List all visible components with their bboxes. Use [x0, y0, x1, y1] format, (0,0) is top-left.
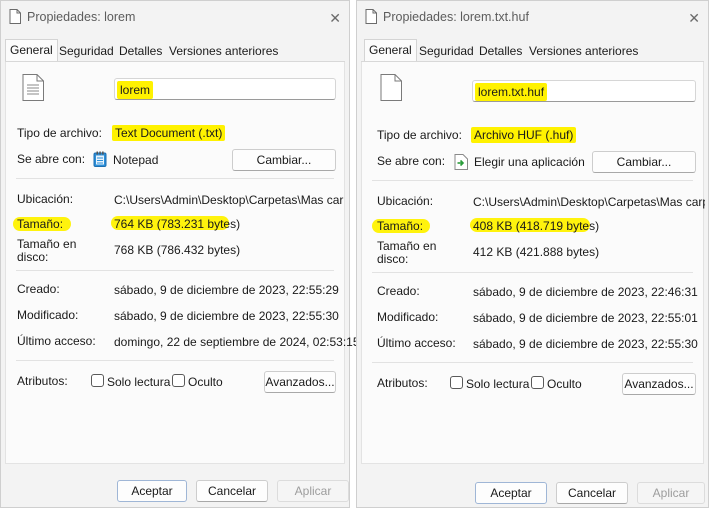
- hidden-label: Oculto: [547, 377, 582, 391]
- window-title: Propiedades: lorem.txt.huf: [383, 10, 529, 24]
- modified-label: Modificado:: [17, 308, 79, 322]
- notepad-icon: [93, 151, 107, 167]
- tab-versiones-anteriores[interactable]: Versiones anteriores: [165, 42, 282, 61]
- window-title: Propiedades: lorem: [27, 10, 136, 24]
- size-on-disk-value: 768 KB (786.432 bytes): [114, 243, 241, 257]
- hidden-label: Oculto: [188, 375, 223, 389]
- tab-seguridad[interactable]: Seguridad: [415, 42, 478, 61]
- general-panel: lorem Tipo de archivo: Text Document (.t…: [5, 62, 360, 464]
- tab-bar: General Seguridad Detalles Versiones ant…: [5, 39, 345, 62]
- document-icon: [365, 9, 377, 24]
- size-on-disk-value: 412 KB (421.888 bytes): [473, 245, 600, 259]
- change-button[interactable]: Cambiar...: [592, 151, 696, 173]
- tab-versiones-anteriores[interactable]: Versiones anteriores: [525, 42, 642, 61]
- file-type-value: Text Document (.txt): [112, 125, 226, 141]
- modified-value: sábado, 9 de diciembre de 2023, 22:55:30: [114, 309, 339, 323]
- blank-file-icon: [380, 74, 402, 101]
- divider: [372, 180, 693, 181]
- title-bar[interactable]: Propiedades: lorem.txt.huf ✕: [357, 1, 708, 33]
- file-type-value: Archivo HUF (.huf): [471, 127, 577, 143]
- modified-value: sábado, 9 de diciembre de 2023, 22:55:01: [473, 311, 698, 325]
- size-label: Tamaño:: [17, 217, 64, 231]
- file-name-field[interactable]: lorem: [114, 78, 336, 100]
- created-label: Creado:: [377, 284, 420, 298]
- file-name-field[interactable]: lorem.txt.huf: [472, 80, 696, 102]
- tab-seguridad[interactable]: Seguridad: [55, 42, 118, 61]
- general-panel: lorem.txt.huf Tipo de archivo: Archivo H…: [361, 62, 705, 464]
- properties-window-lorem: Propiedades: lorem ✕ General Seguridad D…: [0, 0, 360, 508]
- opens-with-value: Notepad: [113, 153, 159, 167]
- attributes-label: Atributos:: [17, 374, 68, 388]
- created-label: Creado:: [17, 282, 60, 296]
- divider: [16, 270, 334, 271]
- properties-window-lorem-txt-huf: Propiedades: lorem.txt.huf ✕ General Seg…: [356, 0, 709, 508]
- divider: [372, 272, 693, 273]
- advanced-button[interactable]: Avanzados...: [622, 373, 696, 395]
- tab-detalles[interactable]: Detalles: [475, 42, 526, 61]
- hidden-checkbox[interactable]: [531, 376, 544, 389]
- tab-general[interactable]: General: [5, 39, 58, 61]
- size-on-disk-label-line2: disco:: [377, 252, 409, 266]
- divider: [16, 178, 334, 179]
- created-value: sábado, 9 de diciembre de 2023, 22:55:29: [114, 283, 339, 297]
- modified-label: Modificado:: [377, 310, 439, 324]
- document-icon: [9, 9, 21, 24]
- location-value: C:\Users\Admin\Desktop\Carpetas\Mas carp…: [114, 193, 344, 207]
- ok-button[interactable]: Aceptar: [475, 482, 547, 504]
- size-value: 764 KB (783.231 bytes): [114, 217, 241, 231]
- apply-button[interactable]: Aplicar: [637, 482, 705, 504]
- location-label: Ubicación:: [377, 194, 434, 208]
- tab-general[interactable]: General: [364, 39, 417, 61]
- size-value: 408 KB (418.719 bytes): [473, 219, 600, 233]
- file-type-label: Tipo de archivo:: [377, 128, 462, 142]
- last-access-value: domingo, 22 de septiembre de 2024, 02:53…: [114, 335, 360, 349]
- created-value: sábado, 9 de diciembre de 2023, 22:46:31: [473, 285, 698, 299]
- apply-button[interactable]: Aplicar: [277, 480, 349, 502]
- attributes-label: Atributos:: [377, 376, 428, 390]
- hidden-checkbox[interactable]: [172, 374, 185, 387]
- location-label: Ubicación:: [17, 192, 74, 206]
- read-only-label: Solo lectura: [466, 377, 530, 391]
- read-only-checkbox[interactable]: [91, 374, 104, 387]
- cancel-button[interactable]: Cancelar: [556, 482, 628, 504]
- opens-with-value: Elegir una aplicación: [474, 155, 585, 169]
- file-type-label: Tipo de archivo:: [17, 126, 102, 140]
- cancel-button[interactable]: Cancelar: [196, 480, 268, 502]
- file-name-value: lorem: [117, 81, 154, 99]
- last-access-label: Último acceso:: [17, 334, 96, 348]
- opens-with-label: Se abre con:: [377, 154, 446, 168]
- last-access-value: sábado, 9 de diciembre de 2023, 22:55:30: [473, 337, 698, 351]
- tab-detalles[interactable]: Detalles: [115, 42, 166, 61]
- ok-button[interactable]: Aceptar: [117, 480, 187, 502]
- change-button[interactable]: Cambiar...: [232, 149, 336, 171]
- title-bar[interactable]: Propiedades: lorem ✕: [1, 1, 349, 33]
- close-icon[interactable]: ✕: [688, 10, 700, 27]
- size-on-disk-label-line2: disco:: [17, 250, 49, 264]
- divider: [16, 360, 334, 361]
- advanced-button[interactable]: Avanzados...: [264, 371, 336, 393]
- opens-with-label: Se abre con:: [17, 152, 86, 166]
- size-label: Tamaño:: [377, 219, 424, 233]
- location-value: C:\Users\Admin\Desktop\Carpetas\Mas carp…: [473, 195, 705, 209]
- close-icon[interactable]: ✕: [329, 10, 341, 27]
- read-only-label: Solo lectura: [107, 375, 171, 389]
- divider: [372, 362, 693, 363]
- read-only-checkbox[interactable]: [450, 376, 463, 389]
- choose-app-icon: [454, 154, 468, 170]
- tab-bar: General Seguridad Detalles Versiones ant…: [361, 39, 704, 62]
- file-name-value: lorem.txt.huf: [475, 83, 548, 101]
- text-file-icon: [22, 74, 44, 101]
- last-access-label: Último acceso:: [377, 336, 456, 350]
